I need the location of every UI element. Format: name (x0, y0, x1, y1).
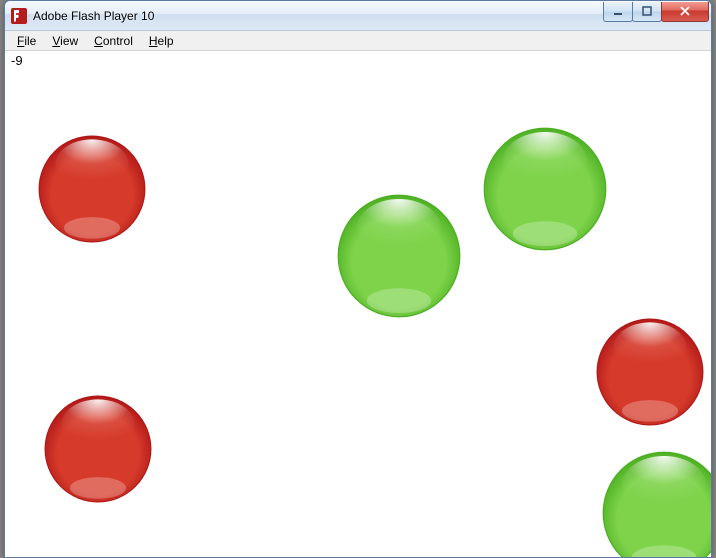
menu-view[interactable]: View (44, 32, 86, 50)
green-ball[interactable] (483, 127, 607, 251)
close-icon (679, 6, 691, 16)
score-display: -9 (11, 53, 23, 68)
game-canvas[interactable]: -9 (5, 51, 711, 557)
maximize-icon (642, 6, 652, 16)
maximize-button[interactable] (632, 2, 662, 22)
minimize-button[interactable] (603, 2, 633, 22)
close-button[interactable] (661, 2, 709, 22)
red-ball[interactable] (596, 318, 704, 426)
green-ball[interactable] (602, 451, 711, 557)
green-ball[interactable] (337, 194, 461, 318)
menu-control[interactable]: Control (86, 32, 141, 50)
window-controls (604, 2, 709, 22)
minimize-icon (613, 6, 623, 16)
menubar: File View Control Help (5, 31, 711, 51)
window-title: Adobe Flash Player 10 (33, 9, 604, 23)
app-window: Adobe Flash Player 10 File View Control … (4, 0, 712, 558)
titlebar[interactable]: Adobe Flash Player 10 (5, 1, 711, 31)
red-ball[interactable] (44, 395, 152, 503)
flash-icon (11, 8, 27, 24)
menu-help[interactable]: Help (141, 32, 182, 50)
red-ball[interactable] (38, 135, 146, 243)
menu-file[interactable]: File (9, 32, 44, 50)
